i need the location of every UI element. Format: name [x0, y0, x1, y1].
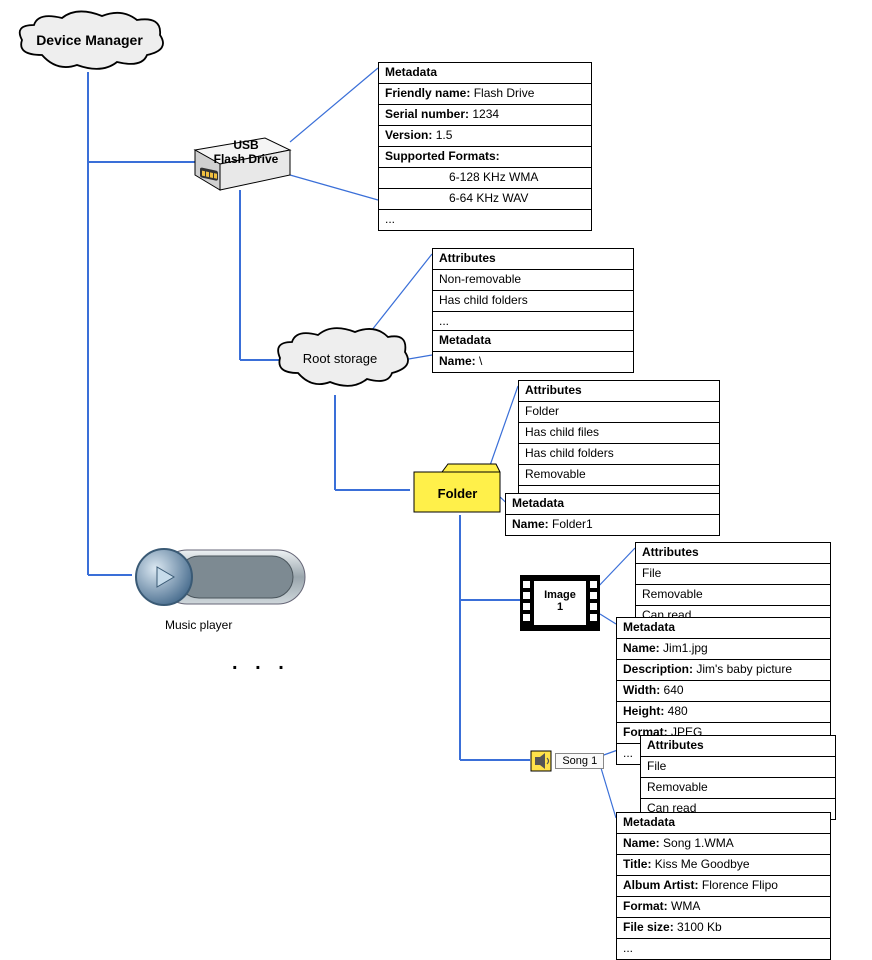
- song_meta-row-3: Format: WMA: [617, 897, 830, 918]
- image-attributes-panel: AttributesFileRemovableCan read: [635, 542, 831, 627]
- root-storage-node: Root storage: [270, 325, 410, 403]
- song_meta-row-4: File size: 3100 Kb: [617, 918, 830, 939]
- usb_meta-row-3: Supported Formats:: [379, 147, 591, 168]
- image_attr-row-1: Removable: [636, 585, 830, 606]
- music-player-node: [130, 540, 315, 618]
- song_meta-row-0: Name: Song 1.WMA: [617, 834, 830, 855]
- image_attr-title: Attributes: [636, 543, 830, 564]
- root_meta-row-0: Name: \: [433, 352, 633, 372]
- song_attr-title: Attributes: [641, 736, 835, 757]
- usb_meta-row-5: 6-64 KHz WAV: [379, 189, 591, 210]
- song_attr-row-1: Removable: [641, 778, 835, 799]
- image_meta-row-2: Width: 640: [617, 681, 830, 702]
- image-node: Image 1: [520, 575, 600, 634]
- song_meta-row-5: ...: [617, 939, 830, 959]
- music-player-label: Music player: [165, 618, 232, 632]
- folder-node: Folder: [410, 460, 505, 523]
- usb_meta-row-1: Serial number: 1234: [379, 105, 591, 126]
- usb-label-2: Flash Drive: [205, 152, 287, 166]
- device-manager-label: Device Manager: [12, 32, 167, 48]
- usb-label-1: USB: [205, 138, 287, 152]
- root-metadata-panel: MetadataName: \: [432, 330, 634, 373]
- song_meta-row-2: Album Artist: Florence Flipo: [617, 876, 830, 897]
- root_attr-title: Attributes: [433, 249, 633, 270]
- folder_attr-row-2: Has child folders: [519, 444, 719, 465]
- song_attr-row-0: File: [641, 757, 835, 778]
- ellipsis: . . .: [232, 652, 290, 675]
- usb_meta-row-6: ...: [379, 210, 591, 230]
- song-node: Song 1: [530, 750, 604, 772]
- image-label-1: Image: [534, 589, 586, 601]
- root-storage-label: Root storage: [270, 351, 410, 366]
- folder-attributes-panel: AttributesFolderHas child filesHas child…: [518, 380, 720, 507]
- folder_attr-row-3: Removable: [519, 465, 719, 486]
- image_meta-row-0: Name: Jim1.jpg: [617, 639, 830, 660]
- root_attr-row-0: Non-removable: [433, 270, 633, 291]
- root_meta-title: Metadata: [433, 331, 633, 352]
- root_attr-row-2: ...: [433, 312, 633, 332]
- device-manager-node: Device Manager: [12, 10, 167, 83]
- usb-node: USB Flash Drive: [185, 120, 300, 208]
- folder_attr-title: Attributes: [519, 381, 719, 402]
- usb_meta-row-4: 6-128 KHz WMA: [379, 168, 591, 189]
- song_meta-row-1: Title: Kiss Me Goodbye: [617, 855, 830, 876]
- usb_meta-row-0: Friendly name: Flash Drive: [379, 84, 591, 105]
- song-metadata-panel: MetadataName: Song 1.WMATitle: Kiss Me G…: [616, 812, 831, 960]
- song-label: Song 1: [555, 753, 604, 769]
- folder-metadata-panel: MetadataName: Folder1: [505, 493, 720, 536]
- usb_meta-row-2: Version: 1.5: [379, 126, 591, 147]
- folder-label: Folder: [410, 486, 505, 501]
- usb-metadata-panel: MetadataFriendly name: Flash DriveSerial…: [378, 62, 592, 231]
- folder_meta-row-0: Name: Folder1: [506, 515, 719, 535]
- root-attributes-panel: AttributesNon-removableHas child folders…: [432, 248, 634, 333]
- song_meta-title: Metadata: [617, 813, 830, 834]
- image_meta-title: Metadata: [617, 618, 830, 639]
- image_meta-row-1: Description: Jim's baby picture: [617, 660, 830, 681]
- usb_meta-title: Metadata: [379, 63, 591, 84]
- song-attributes-panel: AttributesFileRemovableCan read: [640, 735, 836, 820]
- image_meta-row-3: Height: 480: [617, 702, 830, 723]
- root_attr-row-1: Has child folders: [433, 291, 633, 312]
- folder_attr-row-0: Folder: [519, 402, 719, 423]
- folder_meta-title: Metadata: [506, 494, 719, 515]
- image-label-2: 1: [534, 601, 586, 613]
- image_attr-row-0: File: [636, 564, 830, 585]
- folder_attr-row-1: Has child files: [519, 423, 719, 444]
